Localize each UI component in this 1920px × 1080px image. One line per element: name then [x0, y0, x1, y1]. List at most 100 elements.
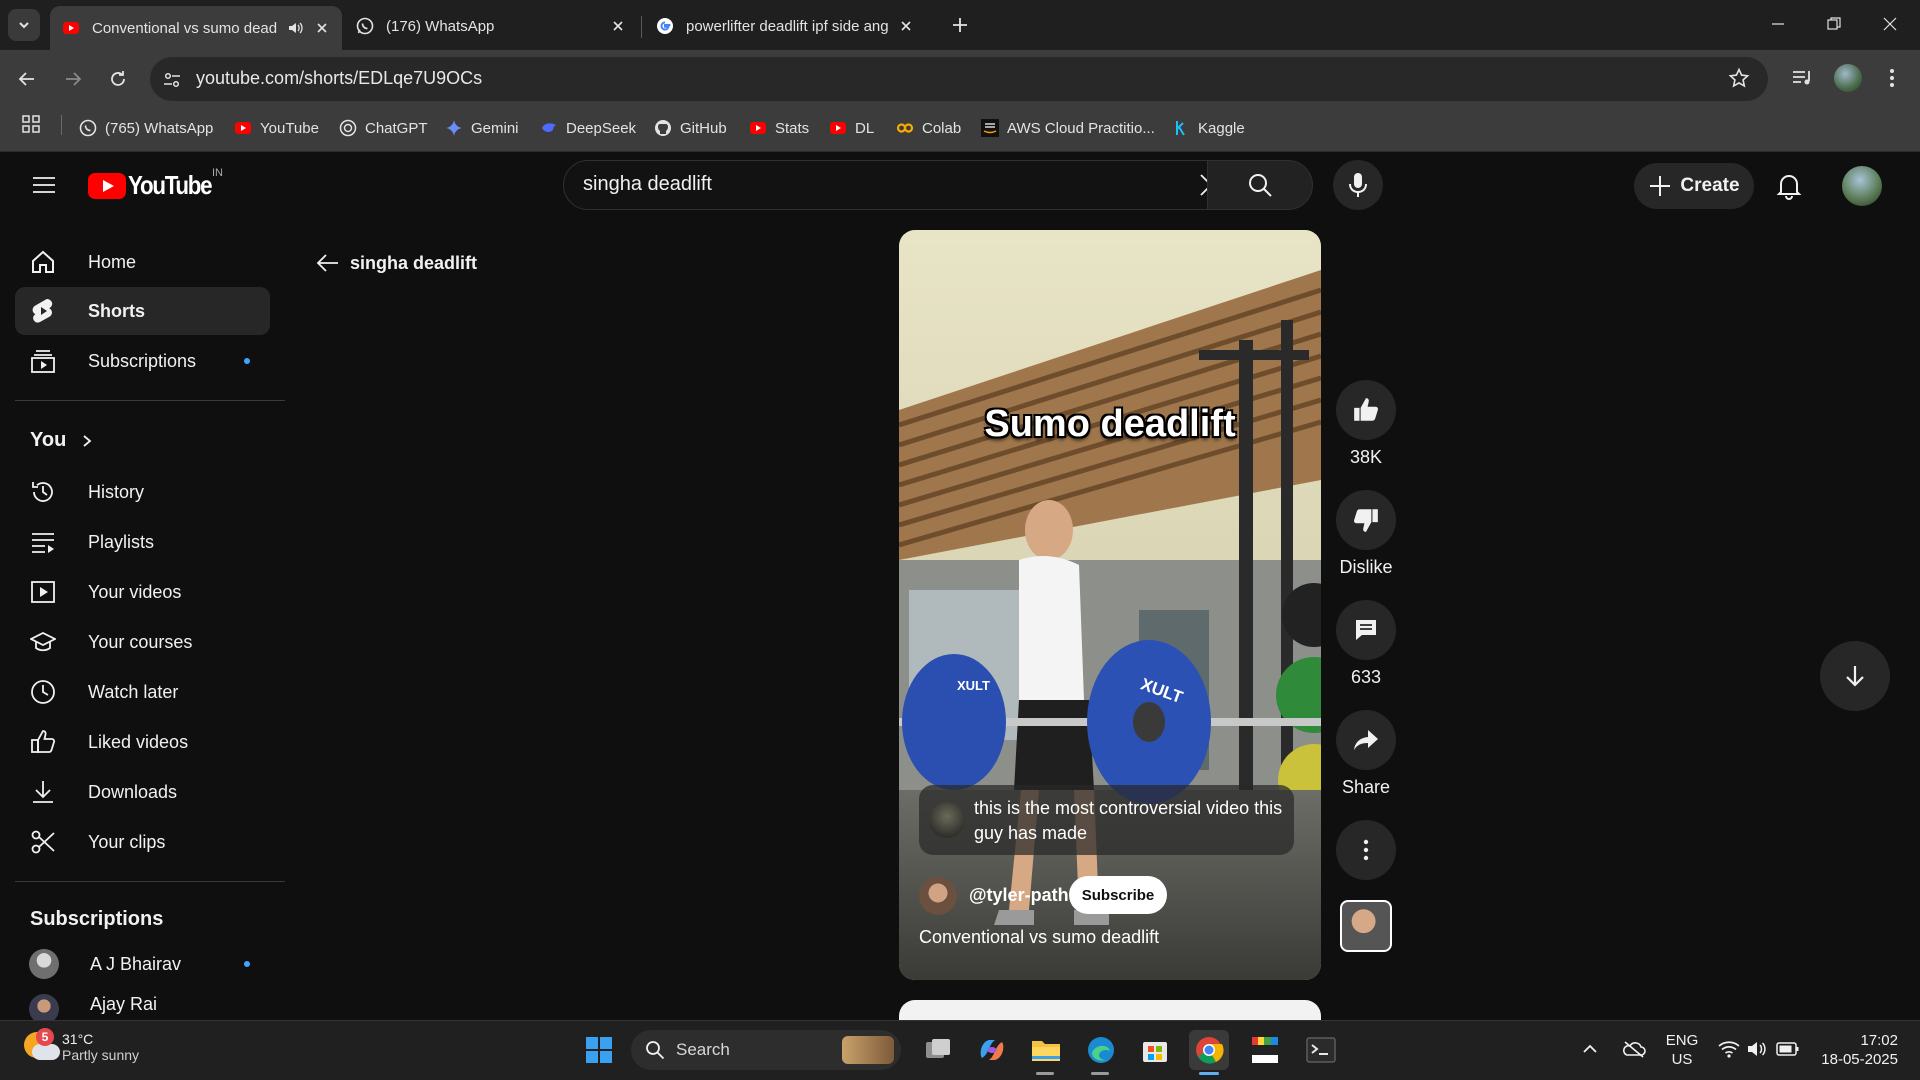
sidebar-item-history[interactable]: History	[15, 468, 270, 516]
sidebar-item-liked-videos[interactable]: Liked videos	[15, 718, 270, 766]
chrome-button[interactable]	[1189, 1030, 1229, 1070]
subscription-item[interactable]: A J Bhairav	[15, 940, 270, 988]
sidebar-item-shorts[interactable]: Shorts	[15, 287, 270, 335]
dislike-button[interactable]	[1336, 490, 1396, 550]
speaker-icon[interactable]	[286, 19, 304, 37]
close-tab-icon[interactable]	[898, 18, 914, 34]
voice-search-button[interactable]	[1333, 160, 1383, 210]
running-indicator	[1036, 1072, 1054, 1075]
channel-handle[interactable]: @tyler-path	[969, 885, 1069, 906]
more-vert-icon	[1363, 839, 1369, 861]
next-short-button[interactable]	[1820, 641, 1890, 711]
edge-button[interactable]	[1081, 1030, 1121, 1070]
terminal-button[interactable]	[1301, 1030, 1341, 1070]
sidebar-item-downloads[interactable]: Downloads	[15, 768, 270, 816]
sidebar-item-playlists[interactable]: Playlists	[15, 518, 270, 566]
subscription-item[interactable]: Ajay Rai	[15, 990, 270, 1020]
back-button[interactable]	[12, 64, 42, 94]
bookmark-separator	[61, 115, 62, 135]
onedrive-button[interactable]	[1622, 1040, 1646, 1058]
guide-menu-button[interactable]	[31, 173, 57, 197]
sidebar-item-your-courses[interactable]: Your courses	[15, 618, 270, 666]
apps-button[interactable]	[21, 114, 41, 134]
profile-avatar[interactable]	[1834, 64, 1862, 92]
weather-widget[interactable]: 5 31°C Partly sunny	[22, 1028, 139, 1066]
tab-youtube-short[interactable]: Conventional vs sumo dead	[50, 6, 342, 50]
bookmark-star-button[interactable]	[1728, 67, 1750, 89]
youtube-logo[interactable]: YouTube	[88, 170, 225, 201]
forward-button[interactable]	[58, 64, 88, 94]
show-hidden-icons-button[interactable]	[1582, 1042, 1598, 1056]
start-button[interactable]	[579, 1030, 619, 1070]
bookmark-kaggle[interactable]: Kaggle	[1172, 113, 1245, 143]
bookmark-youtube[interactable]: YouTube	[234, 113, 319, 143]
search-button[interactable]	[1207, 160, 1313, 210]
bookmark-aws[interactable]: AWS Cloud Practitio...	[981, 113, 1155, 143]
bookmark-deepseek[interactable]: DeepSeek	[540, 113, 636, 143]
close-window-button[interactable]	[1862, 0, 1918, 48]
short-title[interactable]: Conventional vs sumo deadlift	[919, 927, 1159, 948]
bookmark-whatsapp[interactable]: (765) WhatsApp	[79, 113, 213, 143]
more-actions-button[interactable]	[1336, 820, 1396, 880]
bookmark-stats[interactable]: Stats	[749, 113, 809, 143]
sidebar-item-watch-later[interactable]: Watch later	[15, 668, 270, 716]
sidebar-item-subscriptions[interactable]: Subscriptions	[15, 337, 270, 385]
close-tab-icon[interactable]	[610, 18, 626, 34]
youtube-wordmark: YouTube	[128, 170, 213, 200]
weather-icon: 5	[22, 1028, 60, 1066]
url-text[interactable]: youtube.com/shorts/EDLqe7U9OCs	[196, 68, 482, 89]
next-short-preview[interactable]	[899, 1000, 1321, 1020]
tab-search-button[interactable]	[8, 9, 40, 41]
file-explorer-button[interactable]	[1026, 1030, 1066, 1070]
tab-google-search[interactable]: powerlifter deadlift ipf side ang	[644, 6, 926, 46]
scissors-icon	[29, 828, 57, 856]
restore-button[interactable]	[1806, 0, 1862, 48]
tab-whatsapp[interactable]: (176) WhatsApp	[344, 6, 638, 46]
bookmark-dl[interactable]: DL	[829, 113, 874, 143]
media-control-button[interactable]	[1790, 66, 1814, 90]
like-button[interactable]	[1336, 380, 1396, 440]
clock[interactable]: 17:02 18-05-2025	[1812, 1031, 1898, 1069]
language-indicator[interactable]: ENG US	[1664, 1031, 1700, 1069]
estimer-button[interactable]	[1245, 1030, 1285, 1070]
close-tab-icon[interactable]	[314, 20, 330, 36]
quick-settings-button[interactable]	[1718, 1040, 1800, 1058]
new-tab-button[interactable]	[948, 13, 972, 37]
shorts-video-player[interactable]: XULT XULT Sumo deadlift this is the most…	[899, 230, 1321, 980]
tab-separator	[641, 16, 642, 38]
site-info-button[interactable]	[162, 70, 182, 90]
subscribe-button[interactable]: Subscribe	[1069, 876, 1167, 914]
share-button[interactable]	[1336, 710, 1396, 770]
share-icon	[1354, 730, 1378, 750]
bookmark-gemini[interactable]: Gemini	[445, 113, 519, 143]
chrome-icon	[1196, 1037, 1224, 1064]
copilot-button[interactable]	[972, 1030, 1012, 1070]
bookmark-github[interactable]: GitHub	[654, 113, 727, 143]
account-avatar[interactable]	[1842, 166, 1882, 206]
estimer-icon	[1252, 1037, 1278, 1063]
store-button[interactable]	[1135, 1030, 1175, 1070]
reload-icon	[111, 71, 125, 86]
active-indicator	[1199, 1072, 1219, 1075]
reload-button[interactable]	[103, 64, 133, 94]
search-query-text[interactable]: singha deadlift	[583, 173, 712, 196]
create-button[interactable]: Create	[1634, 163, 1754, 209]
sidebar-item-your-videos[interactable]: Your videos	[15, 568, 270, 616]
minimize-button[interactable]	[1750, 0, 1806, 48]
comments-button[interactable]	[1336, 600, 1396, 660]
sidebar-item-your-clips[interactable]: Your clips	[15, 818, 270, 866]
channel-avatar[interactable]	[919, 877, 957, 915]
browser-menu-button[interactable]	[1884, 66, 1900, 90]
task-view-button[interactable]	[918, 1030, 958, 1070]
back-to-search[interactable]: singha deadlift	[316, 252, 477, 274]
sidebar-divider	[15, 400, 285, 401]
bookmark-chatgpt[interactable]: ChatGPT	[339, 113, 428, 143]
bookmark-colab[interactable]: Colab	[896, 113, 961, 143]
youtube-icon	[830, 122, 846, 134]
sidebar-item-home[interactable]: Home	[15, 238, 270, 286]
gemini-icon	[446, 120, 462, 136]
sidebar-you-heading[interactable]: You	[30, 429, 94, 452]
sound-thumbnail[interactable]	[1340, 900, 1392, 952]
notifications-button[interactable]	[1776, 172, 1802, 200]
windows-logo-icon	[586, 1037, 612, 1063]
